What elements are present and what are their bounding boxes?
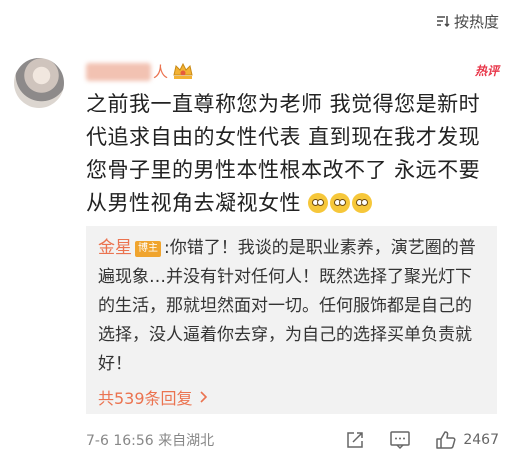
reply-box[interactable]: 金星 博主:你错了！我谈的是职业素养，演艺圈的普遍现象…并没有针对任何人！既然选择… (86, 226, 497, 414)
sort-icon (436, 16, 450, 28)
comment-button[interactable] (389, 430, 411, 450)
username-blurred: 追逐者 (86, 62, 152, 81)
comment-text: 之前我一直尊称您为老师 我觉得您是新时代追求自由的女性代表 直到现在我才发现您骨… (86, 88, 499, 220)
comment-meta: 7-6 16:56 来自湖北 (86, 433, 215, 449)
username-visible: 人 (153, 62, 169, 81)
like-icon (436, 431, 456, 449)
emoji (308, 193, 329, 213)
comment-actions: 2467 (345, 430, 499, 450)
reply-author[interactable]: 金星 (98, 238, 132, 258)
share-button[interactable] (345, 430, 365, 450)
comment-body: 之前我一直尊称您为老师 我觉得您是新时代追求自由的女性代表 直到现在我才发现您骨… (86, 92, 481, 215)
share-icon (347, 432, 364, 448)
reply-count-label: 共539条回复 (98, 389, 193, 408)
comment-icon (390, 431, 411, 450)
avatar[interactable] (14, 58, 64, 108)
sort-label: 按热度 (453, 12, 499, 31)
emoji (352, 193, 373, 213)
reply-body: :你错了！我谈的是职业素养，演艺圈的普遍现象…并没有针对任何人！既然选择了聚光灯… (98, 238, 476, 374)
emoji-group (308, 193, 373, 213)
emoji (330, 193, 351, 213)
chevron-right-icon (199, 391, 207, 403)
blogger-badge: 博主 (135, 241, 161, 257)
comment-footer: 7-6 16:56 来自湖北 2467 (86, 428, 499, 452)
username[interactable]: 追逐者人 (86, 61, 168, 82)
sort-by-heat-button[interactable]: 按热度 (435, 8, 499, 34)
like-count: 2467 (463, 432, 499, 448)
comment: 追逐者人 热评 之前我一直尊称您为老师 我觉得您是新时代追求自由的女性代表 直到… (86, 60, 499, 220)
comment-header: 追逐者人 热评 (86, 60, 499, 82)
crown-icon (173, 62, 193, 79)
hot-comment-badge: 热评 (474, 64, 499, 78)
reply-text: 金星 博主:你错了！我谈的是职业素养，演艺圈的普遍现象…并没有针对任何人！既然选择… (98, 234, 485, 379)
like-button[interactable]: 2467 (435, 430, 499, 450)
view-replies-link[interactable]: 共539条回复 (98, 385, 485, 409)
